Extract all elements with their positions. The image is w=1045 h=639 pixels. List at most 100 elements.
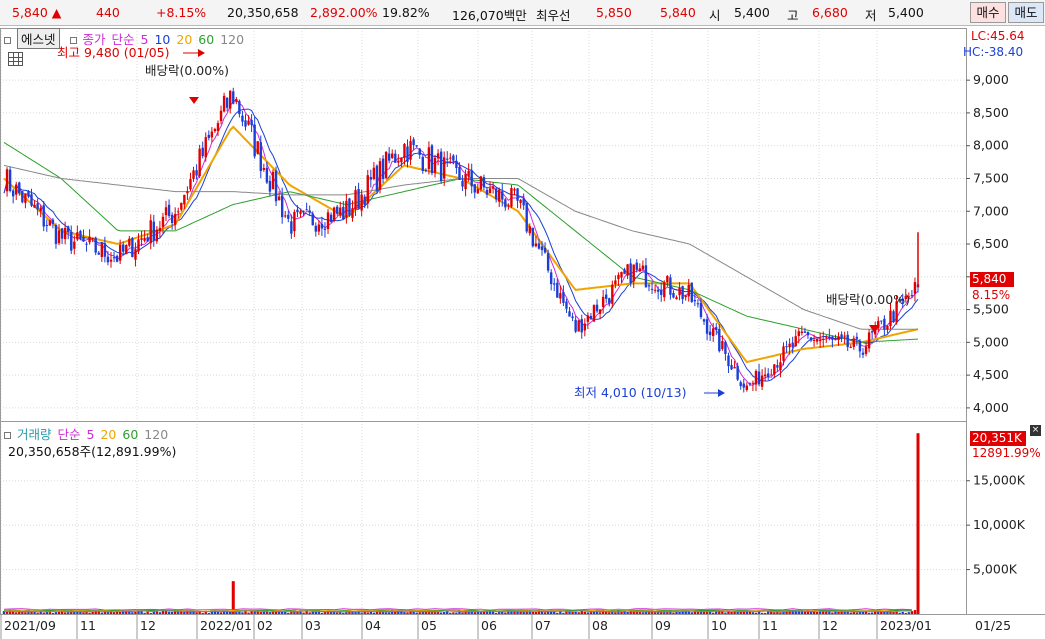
- candle-body: [112, 257, 116, 259]
- candle-body: [754, 371, 758, 385]
- date-tick-label: 2021/09: [4, 618, 56, 633]
- candle-body: [708, 331, 712, 336]
- volume-bar: [577, 612, 580, 614]
- volume-bar: [825, 611, 828, 614]
- candle-body: [308, 210, 311, 213]
- candle-body: [332, 207, 336, 221]
- ma-label: 단순: [111, 32, 135, 47]
- candle-body: [455, 160, 458, 168]
- vma20-label: 20: [100, 427, 117, 442]
- candle-body: [782, 346, 785, 361]
- candle-body: [155, 229, 159, 242]
- candle-body: [825, 336, 828, 338]
- volume-bar: [366, 612, 369, 614]
- volume-bar: [354, 612, 357, 614]
- candle-body: [461, 181, 464, 187]
- volume-spike-bar: [916, 433, 920, 614]
- candle-body: [27, 191, 30, 197]
- volume-bar: [598, 612, 602, 614]
- close-icon[interactable]: ×: [1030, 425, 1041, 436]
- candle-body: [583, 323, 587, 331]
- volume-bar: [815, 611, 819, 614]
- date-tick-label: 11: [762, 618, 778, 633]
- candle-body: [852, 338, 856, 347]
- volume-bar: [452, 612, 455, 614]
- volume-bar: [345, 612, 348, 614]
- candle-body: [76, 232, 79, 240]
- candle-body: [867, 332, 871, 349]
- date-tick-label: 04: [365, 618, 381, 633]
- candle-body: [614, 280, 617, 285]
- volume-bar: [51, 612, 55, 614]
- price-tick-label: 7,500: [973, 170, 1009, 185]
- volume-bar: [406, 612, 409, 614]
- volume-bar: [229, 611, 232, 614]
- candle-body: [290, 221, 293, 234]
- candle-body: [320, 223, 324, 229]
- candle-body: [357, 188, 360, 209]
- table-grid-icon[interactable]: [8, 52, 23, 66]
- candle-body: [335, 206, 339, 214]
- candle-body: [828, 336, 831, 339]
- volume-description: 20,350,658주(12,891.99%): [8, 444, 177, 459]
- candle-body: [809, 337, 813, 341]
- volume-bar: [678, 611, 681, 614]
- candle-body: [498, 189, 501, 202]
- candle-body: [629, 263, 632, 284]
- stock-name[interactable]: 에스넷: [17, 28, 60, 49]
- candle-body: [85, 243, 88, 245]
- candle-body: [424, 170, 428, 172]
- volume-toggle-icon[interactable]: [4, 432, 11, 439]
- volume-bar: [311, 611, 314, 614]
- stock-chart[interactable]: 9,0008,5008,0007,5007,0006,5006,0005,500…: [0, 26, 1045, 639]
- candle-body: [170, 214, 174, 224]
- candle-body: [232, 91, 235, 104]
- sell-button[interactable]: 매도: [1008, 2, 1044, 23]
- candle-body: [400, 157, 403, 163]
- candle-body: [430, 145, 434, 174]
- series-toggle-icon[interactable]: [69, 37, 77, 44]
- candle-body: [238, 101, 241, 115]
- candle-body: [745, 385, 749, 390]
- date-tick-label: 08: [592, 618, 608, 633]
- volume-bar: [152, 611, 155, 614]
- buy-button[interactable]: 매수: [970, 2, 1006, 23]
- candle-body: [467, 170, 470, 177]
- candle-body: [326, 212, 330, 230]
- volume-spike-bar: [231, 581, 235, 614]
- candle-body: [63, 227, 67, 240]
- price-legend: 에스넷 종가 단순 5 10 20 60 120: [4, 28, 250, 49]
- candle-body: [696, 303, 700, 305]
- ma20-label: 20: [176, 32, 193, 47]
- best-bid: 5,840: [660, 5, 696, 20]
- candle-body: [299, 211, 302, 214]
- volume-bar: [57, 611, 61, 614]
- candle-body: [608, 298, 611, 304]
- candle-body: [406, 146, 409, 162]
- candle-body: [644, 265, 648, 288]
- candle-body: [210, 131, 214, 138]
- volume-ma-label: 단순: [57, 427, 81, 442]
- candle-body: [690, 282, 693, 302]
- candle-body: [528, 226, 531, 234]
- candle-body: [207, 134, 211, 138]
- candle-body: [372, 167, 376, 180]
- candle-body: [189, 179, 192, 190]
- candle-body: [131, 237, 134, 258]
- volume-bar: [534, 611, 538, 614]
- price-tick-label: 4,500: [973, 367, 1009, 382]
- candle-body: [803, 331, 807, 333]
- candle-body: [785, 346, 788, 348]
- candle-body: [831, 336, 834, 340]
- volume-bar: [449, 612, 452, 614]
- candle-body: [412, 139, 415, 146]
- volume-bar: [170, 611, 174, 614]
- candle-body: [779, 362, 782, 371]
- current-pct-label: 8.15%: [972, 288, 1011, 302]
- legend-toggle-icon[interactable]: [4, 37, 11, 44]
- candle-body: [788, 343, 791, 348]
- candle-body: [8, 169, 12, 191]
- candle-body: [812, 340, 816, 342]
- candle-body: [33, 204, 36, 208]
- candle-body: [580, 319, 583, 333]
